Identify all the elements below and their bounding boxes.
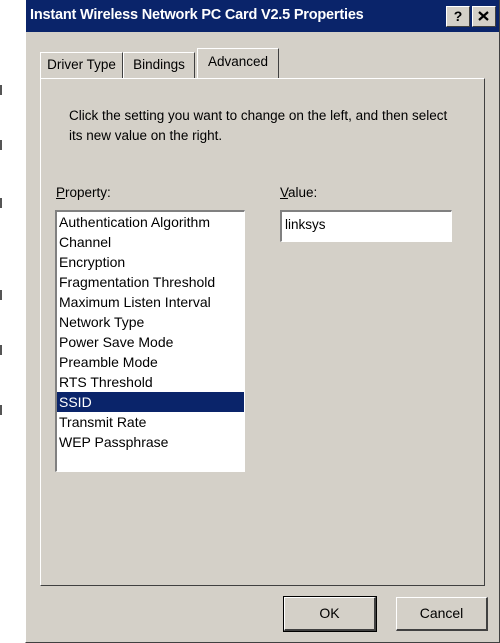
background-edge-mark [0,405,2,415]
property-item[interactable]: Network Type [57,312,244,332]
background-edge-mark [0,85,2,95]
help-icon: ? [453,8,463,24]
property-item[interactable]: Maximum Listen Interval [57,292,244,312]
property-item[interactable]: Transmit Rate [57,412,244,432]
title-bar[interactable]: Instant Wireless Network PC Card V2.5 Pr… [26,0,499,32]
property-item[interactable]: Authentication Algorithm [57,212,244,232]
close-button[interactable] [472,6,496,27]
property-item[interactable]: Channel [57,232,244,252]
close-icon [478,11,489,21]
property-listbox[interactable]: Authentication Algorithm Channel Encryptio… [55,210,245,472]
instructions-text: Click the setting you want to change on … [69,108,448,143]
property-item[interactable]: Encryption [57,252,244,272]
help-button[interactable]: ? [446,6,470,27]
tab-bindings[interactable]: Bindings [123,52,195,78]
property-item[interactable]: Fragmentation Threshold [57,272,244,292]
background-edge-mark [0,290,2,300]
property-item[interactable]: SSID [57,392,244,412]
property-item[interactable]: Power Save Mode [57,332,244,352]
properties-dialog: Instant Wireless Network PC Card V2.5 Pr… [25,0,500,643]
value-label: Value: [280,185,318,200]
value-field[interactable]: linksys [280,210,452,242]
tab-driver-type[interactable]: Driver Type [40,52,123,78]
window-title: Instant Wireless Network PC Card V2.5 Pr… [30,7,364,23]
property-label: Property: [56,185,111,200]
ok-button[interactable]: OK [283,596,377,632]
background-edge-mark [0,198,2,208]
background-edge-mark [0,140,2,150]
property-item[interactable]: WEP Passphrase [57,432,244,452]
cancel-button[interactable]: Cancel [396,597,488,631]
background-edge-mark [0,345,2,355]
tab-advanced[interactable]: Advanced [197,48,279,78]
property-item[interactable]: Preamble Mode [57,352,244,372]
property-item[interactable]: RTS Threshold [57,372,244,392]
